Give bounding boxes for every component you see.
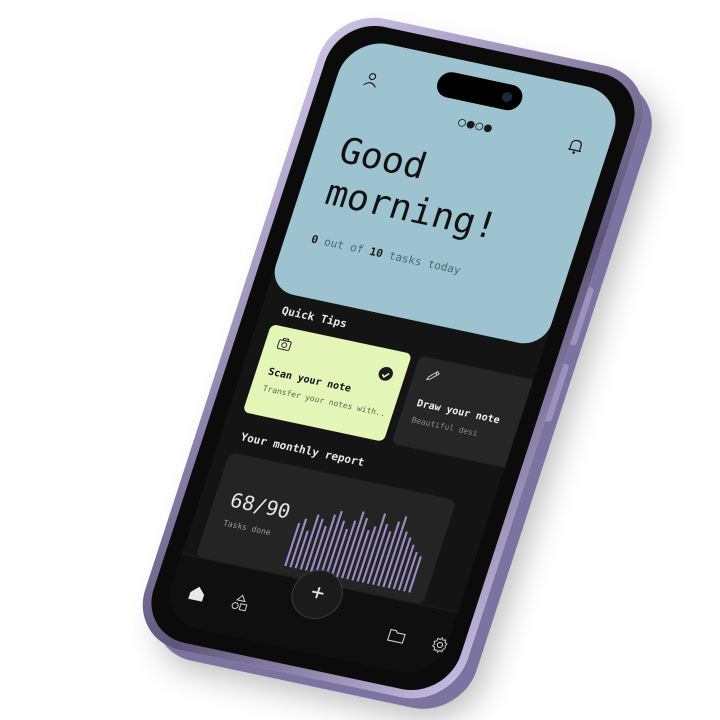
camera-icon xyxy=(276,337,292,351)
report-bar xyxy=(366,523,389,584)
shapes-icon[interactable] xyxy=(229,592,252,613)
pen-icon xyxy=(425,370,440,381)
tasks-today-text: 0 out of 10 tasks today xyxy=(309,232,463,277)
bell-icon[interactable] xyxy=(565,136,586,157)
report-bar xyxy=(377,521,401,587)
report-value: 68/90 xyxy=(227,487,294,524)
settings-icon[interactable] xyxy=(428,635,451,656)
camera-icon xyxy=(500,91,514,103)
user-icon[interactable] xyxy=(361,70,382,89)
home-icon[interactable] xyxy=(186,583,209,604)
report-bar xyxy=(320,510,343,575)
greeting-header: ○●○● Good morning! 0 out of 10 tasks tod… xyxy=(267,36,626,349)
check-icon xyxy=(376,365,395,382)
scene: ○●○● Good morning! 0 out of 10 tasks tod… xyxy=(0,0,720,720)
folder-icon[interactable] xyxy=(385,625,408,646)
report-bar xyxy=(315,514,337,573)
quick-tips-title: Quick Tips xyxy=(279,304,349,331)
dynamic-island xyxy=(433,69,526,113)
tip-card-scan[interactable]: Scan your note Transfer your notes with.… xyxy=(242,323,413,442)
report-label: Tasks done xyxy=(221,518,272,538)
phone-bezel: ○●○● Good morning! 0 out of 10 tasks tod… xyxy=(139,17,647,699)
status-dots-icon: ○●○● xyxy=(455,114,496,137)
app-screen: ○●○● Good morning! 0 out of 10 tasks tod… xyxy=(160,36,626,680)
phone: ○●○● Good morning! 0 out of 10 tasks tod… xyxy=(129,8,657,708)
report-bar xyxy=(346,517,369,580)
